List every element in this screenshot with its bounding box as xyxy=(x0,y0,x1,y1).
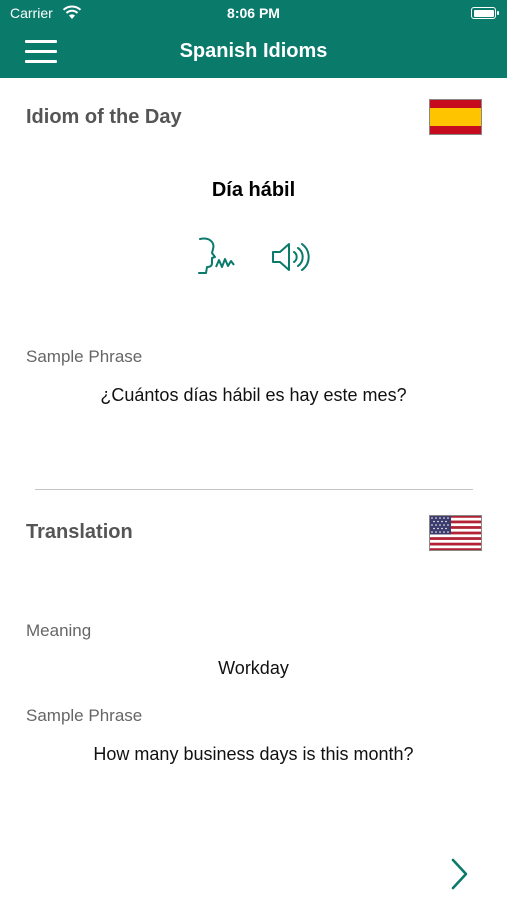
nav-title: Spanish Idioms xyxy=(179,40,328,62)
idiom-text: Día hábil xyxy=(211,179,296,201)
meaning-label: Meaning xyxy=(26,621,92,640)
chevron-right-icon[interactable] xyxy=(448,856,472,892)
spain-flag-icon xyxy=(429,99,482,135)
us-flag-icon xyxy=(429,515,482,551)
sample-phrase-label: Sample Phrase xyxy=(26,347,143,366)
section-divider xyxy=(35,489,473,490)
sample-phrase-spanish: ¿Cuántos días hábil es hay este mes? xyxy=(100,385,407,405)
clock: 8:06 PM xyxy=(227,5,280,21)
translation-sample-phrase-label: Sample Phrase xyxy=(26,706,143,725)
sample-phrase-english: How many business days is this month? xyxy=(93,744,414,764)
meaning-value: Workday xyxy=(218,658,289,678)
idiom-section-title: Idiom of the Day xyxy=(26,106,182,128)
speaker-icon[interactable] xyxy=(270,240,312,274)
battery-icon xyxy=(471,7,499,19)
nav-bar: Carrier 8:06 PM Spanish Idioms xyxy=(0,0,507,78)
speaking-head-icon[interactable] xyxy=(196,236,238,276)
translation-section-title: Translation xyxy=(26,521,133,543)
